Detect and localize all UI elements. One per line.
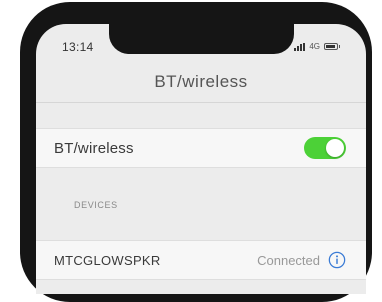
battery-icon [324, 43, 340, 50]
status-bar: 13:14 4G [36, 24, 366, 64]
device-row[interactable]: MTCGLOWSPKR Connected [36, 240, 366, 280]
bt-wireless-toggle[interactable] [304, 137, 346, 159]
phone-screen: 13:14 4G BT/wireless BT/wireless DEVICES… [36, 24, 366, 294]
bt-wireless-label: BT/wireless [54, 139, 134, 157]
signal-icon [294, 42, 306, 51]
bt-wireless-row: BT/wireless [36, 128, 366, 168]
device-status: Connected [257, 252, 320, 268]
devices-section-header: DEVICES [74, 200, 118, 210]
status-time: 13:14 [62, 40, 94, 54]
toggle-knob [326, 139, 344, 157]
status-indicators: 4G [294, 42, 340, 51]
page-title: BT/wireless [154, 72, 248, 91]
network-type: 4G [309, 42, 320, 51]
nav-divider [36, 102, 366, 103]
info-icon[interactable] [328, 251, 346, 269]
device-name: MTCGLOWSPKR [54, 252, 161, 268]
